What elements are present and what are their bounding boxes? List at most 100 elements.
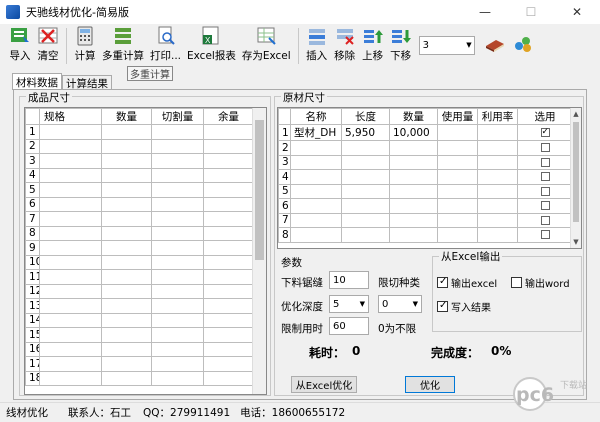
table-cell[interactable] bbox=[101, 356, 152, 372]
qty-cell[interactable]: 10,000 bbox=[389, 124, 438, 141]
name-cell[interactable] bbox=[290, 140, 342, 156]
table-cell[interactable] bbox=[151, 312, 204, 328]
col-select[interactable]: 选用 bbox=[517, 108, 573, 125]
scroll-thumb[interactable] bbox=[255, 120, 264, 260]
utilization-cell[interactable] bbox=[477, 183, 518, 199]
table-row[interactable]: 3 bbox=[25, 153, 254, 169]
table-row[interactable]: 9 bbox=[25, 240, 254, 256]
table-row[interactable]: 6 bbox=[25, 196, 254, 212]
checkbox-icon[interactable] bbox=[540, 201, 550, 211]
used-cell[interactable] bbox=[437, 227, 478, 243]
move-up-button[interactable]: 上移 bbox=[359, 24, 387, 68]
table-cell[interactable] bbox=[39, 356, 102, 372]
table-cell[interactable] bbox=[39, 312, 102, 328]
col-utilization[interactable]: 利用率 bbox=[477, 108, 518, 125]
table-cell[interactable] bbox=[203, 225, 254, 241]
utilization-cell[interactable] bbox=[477, 227, 518, 243]
length-cell[interactable] bbox=[341, 140, 390, 156]
tab-results[interactable]: 计算结果 bbox=[62, 75, 112, 90]
qty-cell[interactable] bbox=[389, 212, 438, 228]
table-cell[interactable] bbox=[203, 167, 254, 183]
table-cell[interactable] bbox=[101, 153, 152, 169]
length-cell[interactable] bbox=[341, 212, 390, 228]
time-limit-input[interactable]: 60 bbox=[329, 317, 369, 335]
remove-button[interactable]: 移除 bbox=[331, 24, 359, 68]
table-row[interactable]: 7 bbox=[278, 212, 573, 228]
utilization-cell[interactable] bbox=[477, 212, 518, 228]
table-cell[interactable] bbox=[101, 124, 152, 140]
qty-cell[interactable] bbox=[389, 169, 438, 185]
table-cell[interactable] bbox=[151, 283, 204, 299]
table-cell[interactable] bbox=[101, 269, 152, 285]
close-button[interactable]: ✕ bbox=[554, 0, 600, 24]
table-cell[interactable] bbox=[39, 138, 102, 154]
depth-select[interactable]: 5 ▼ bbox=[329, 295, 369, 313]
table-cell[interactable] bbox=[101, 182, 152, 198]
name-cell[interactable] bbox=[290, 169, 342, 185]
table-cell[interactable] bbox=[151, 211, 204, 227]
table-row[interactable]: 13 bbox=[25, 298, 254, 314]
utilization-cell[interactable] bbox=[477, 140, 518, 156]
table-cell[interactable] bbox=[203, 370, 254, 386]
name-cell[interactable]: 型材_DH bbox=[290, 124, 342, 141]
used-cell[interactable] bbox=[437, 198, 478, 214]
table-cell[interactable] bbox=[203, 196, 254, 212]
table-cell[interactable] bbox=[151, 298, 204, 314]
table-cell[interactable] bbox=[39, 182, 102, 198]
qty-cell[interactable] bbox=[389, 227, 438, 243]
table-cell[interactable] bbox=[203, 240, 254, 256]
checkbox-icon[interactable] bbox=[540, 215, 550, 225]
table-cell[interactable] bbox=[101, 167, 152, 183]
col-remain[interactable]: 余量 bbox=[203, 108, 254, 125]
qty-cell[interactable] bbox=[389, 140, 438, 156]
table-cell[interactable] bbox=[203, 269, 254, 285]
col-qty[interactable]: 数量 bbox=[101, 108, 152, 125]
table-cell[interactable] bbox=[203, 327, 254, 343]
table-cell[interactable] bbox=[39, 211, 102, 227]
table-row[interactable]: 3 bbox=[278, 154, 573, 170]
table-row[interactable]: 4 bbox=[278, 169, 573, 185]
table-row[interactable]: 2 bbox=[278, 140, 573, 156]
limit-type-select[interactable]: 0 ▼ bbox=[378, 295, 422, 313]
output-excel-checkbox[interactable]: 输出excel bbox=[437, 275, 497, 290]
table-cell[interactable] bbox=[39, 124, 102, 140]
table-row[interactable]: 4 bbox=[25, 167, 254, 183]
table-cell[interactable] bbox=[203, 356, 254, 372]
calc-button[interactable]: 计算 bbox=[71, 24, 99, 68]
table-cell[interactable] bbox=[151, 138, 204, 154]
raw-size-grid[interactable]: 名称 长度 数量 使用量 利用率 选用 1型材_DH5,95010,000234… bbox=[277, 107, 582, 249]
save-excel-button[interactable]: 存为Excel bbox=[239, 24, 294, 68]
select-cell[interactable] bbox=[517, 227, 573, 243]
used-cell[interactable] bbox=[437, 183, 478, 199]
table-cell[interactable] bbox=[39, 153, 102, 169]
col-qty[interactable]: 数量 bbox=[389, 108, 438, 125]
table-cell[interactable] bbox=[151, 341, 204, 357]
table-cell[interactable] bbox=[151, 370, 204, 386]
table-cell[interactable] bbox=[203, 254, 254, 270]
multi-count-combo[interactable]: 3 ▼ bbox=[418, 36, 475, 55]
checkbox-icon[interactable] bbox=[540, 230, 550, 240]
excel-report-button[interactable]: X Excel报表 bbox=[184, 24, 239, 68]
select-cell[interactable] bbox=[517, 124, 573, 141]
table-cell[interactable] bbox=[203, 298, 254, 314]
used-cell[interactable] bbox=[437, 212, 478, 228]
kerf-input[interactable]: 10 bbox=[329, 271, 369, 289]
move-down-button[interactable]: 下移 bbox=[387, 24, 415, 68]
used-cell[interactable] bbox=[437, 140, 478, 156]
qty-cell[interactable] bbox=[389, 154, 438, 170]
table-cell[interactable] bbox=[151, 269, 204, 285]
table-cell[interactable] bbox=[151, 182, 204, 198]
book-button[interactable] bbox=[481, 24, 509, 68]
table-cell[interactable] bbox=[101, 283, 152, 299]
table-cell[interactable] bbox=[39, 254, 102, 270]
table-cell[interactable] bbox=[39, 341, 102, 357]
length-cell[interactable] bbox=[341, 183, 390, 199]
table-row[interactable]: 8 bbox=[278, 227, 573, 243]
table-cell[interactable] bbox=[151, 124, 204, 140]
table-row[interactable]: 7 bbox=[25, 211, 254, 227]
table-cell[interactable] bbox=[39, 240, 102, 256]
table-cell[interactable] bbox=[39, 283, 102, 299]
output-word-checkbox[interactable]: 输出word bbox=[511, 275, 570, 290]
insert-button[interactable]: 插入 bbox=[303, 24, 331, 68]
select-cell[interactable] bbox=[517, 169, 573, 185]
